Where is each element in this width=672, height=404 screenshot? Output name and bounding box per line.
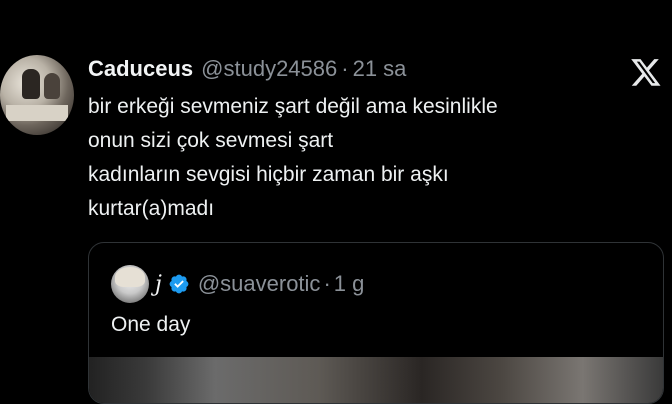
quoted-tweet-header: j @suaverotic · 1 g bbox=[155, 265, 364, 303]
tweet-time[interactable]: 21 sa bbox=[353, 56, 407, 82]
tweet-line: bir erkeği sevmeniz şart değil ama kesin… bbox=[88, 95, 498, 118]
separator-dot: · bbox=[323, 271, 331, 296]
x-logo-icon bbox=[631, 59, 661, 86]
tweet-header: Caduceus @study24586 · 21 sa bbox=[88, 54, 406, 84]
separator-dot: · bbox=[341, 56, 349, 81]
author-avatar[interactable] bbox=[0, 55, 74, 135]
quoted-tweet-time[interactable]: 1 g bbox=[334, 271, 365, 297]
quoted-tweet-card[interactable]: j @suaverotic · 1 g One day bbox=[88, 242, 664, 404]
tweet-line: onun sizi çok sevmesi şart bbox=[88, 129, 334, 152]
author-handle[interactable]: @study24586 bbox=[201, 56, 337, 82]
quoted-author-name[interactable]: j bbox=[155, 272, 162, 297]
tweet-line: kurtar(a)madı bbox=[88, 197, 215, 220]
quoted-author-handle[interactable]: @suaverotic bbox=[198, 271, 321, 297]
tweet-line: kadınların sevgisi hiçbir zaman bir aşkı bbox=[88, 163, 449, 186]
quoted-tweet-media[interactable] bbox=[89, 357, 663, 403]
verified-badge-icon bbox=[169, 274, 189, 294]
quoted-tweet-text: One day bbox=[111, 313, 191, 336]
author-name[interactable]: Caduceus bbox=[88, 56, 193, 82]
tweet-text: bir erkeği sevmeniz şart değil ama kesin… bbox=[88, 90, 648, 226]
quoted-author-avatar[interactable] bbox=[111, 265, 149, 303]
